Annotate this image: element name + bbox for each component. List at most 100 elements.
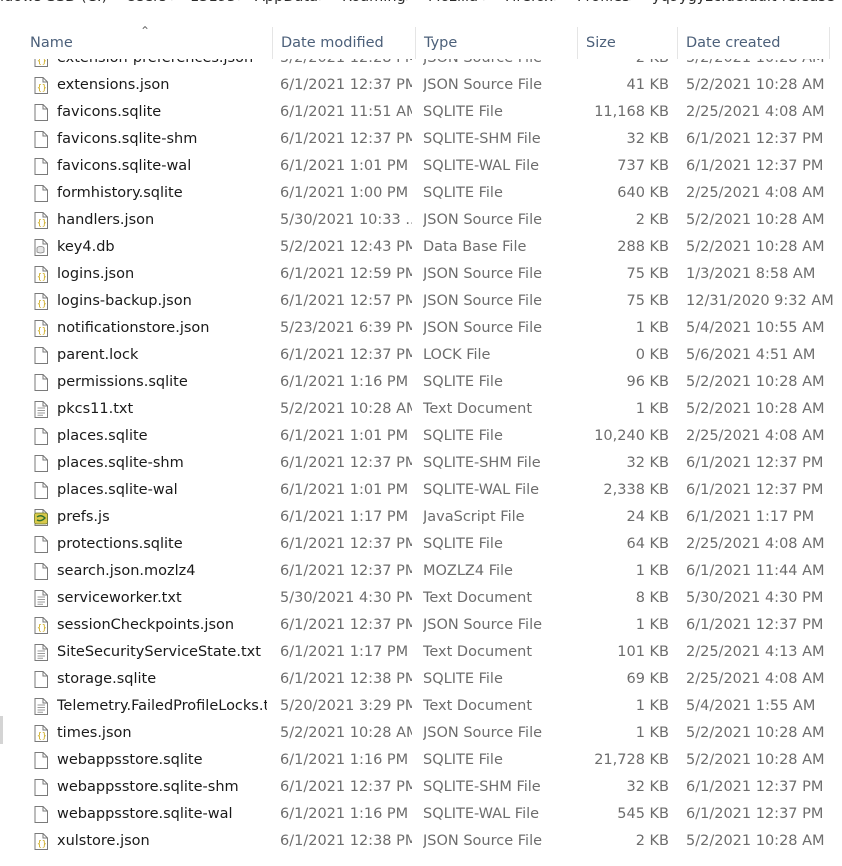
file-size: 1 KB <box>635 698 669 714</box>
file-row[interactable]: favicons.sqlite 6/1/2021 11:51 AM SQLITE F… <box>0 99 842 126</box>
file-name: webappsstore.sqlite-wal <box>57 806 233 822</box>
file-name: logins-backup.json <box>57 293 192 309</box>
file-row[interactable]: {} logins.json 6/1/2021 12:59 PM JSON Sourc… <box>0 261 842 288</box>
column-size[interactable]: Size <box>578 27 678 59</box>
file-date-created: 5/2/2021 10:28 AM <box>686 752 825 768</box>
file-name: favicons.sqlite-shm <box>57 131 198 147</box>
file-row[interactable]: permissions.sqlite 6/1/2021 1:16 PM SQLITE… <box>0 369 842 396</box>
file-row[interactable]: webappsstore.sqlite 6/1/2021 1:16 PM SQLIT… <box>0 747 842 774</box>
file-row[interactable]: parent.lock 6/1/2021 12:37 PM LOCK File 0 K… <box>0 342 842 369</box>
file-name: Telemetry.FailedProfileLocks.txt <box>57 698 267 714</box>
breadcrumb-separator-icon[interactable]: > <box>553 0 565 5</box>
file-date-modified: 6/1/2021 1:01 PM <box>280 482 409 498</box>
file-type: SQLITE-SHM File <box>423 131 541 147</box>
breadcrumb-separator-icon[interactable]: > <box>170 0 182 5</box>
breadcrumb-segment[interactable]: Profiles <box>577 0 630 5</box>
file-size: 1 KB <box>635 725 669 741</box>
file-row[interactable]: {} extensions.json 6/1/2021 12:37 PM JSON S… <box>0 72 842 99</box>
blank-file-icon <box>34 752 48 769</box>
file-type: SQLITE File <box>423 104 503 120</box>
file-row[interactable]: formhistory.sqlite 6/1/2021 1:00 PM SQLITE… <box>0 180 842 207</box>
breadcrumb-segment[interactable]: yq9ygyzc.default-release <box>652 0 835 5</box>
column-date-created[interactable]: Date created <box>678 27 830 59</box>
breadcrumb-segment[interactable]: 13193 <box>190 0 236 5</box>
breadcrumb-separator-icon[interactable]: > <box>237 0 249 5</box>
file-name: places.sqlite-wal <box>57 482 178 498</box>
file-size: 545 KB <box>617 806 669 822</box>
breadcrumb-segment[interactable]: Roaming <box>342 0 406 5</box>
breadcrumb-segment[interactable]: Firefox <box>505 0 553 5</box>
svg-text:{}: {} <box>37 731 47 740</box>
file-row[interactable]: webappsstore.sqlite-shm 6/1/2021 12:37 PM… <box>0 774 842 801</box>
file-date-modified: 6/1/2021 12:37 PM <box>280 536 412 552</box>
svg-text:{}: {} <box>37 326 47 335</box>
file-date-modified: 5/23/2021 6:39 PM <box>280 320 412 336</box>
column-date-modified[interactable]: Date modified <box>273 27 416 59</box>
file-date-created: 5/2/2021 10:28 AM <box>686 77 825 93</box>
json-file-icon: {} <box>34 293 48 310</box>
breadcrumb-segment[interactable]: Users <box>126 0 167 5</box>
file-name: protections.sqlite <box>57 536 183 552</box>
json-file-icon: {} <box>34 212 48 229</box>
file-row[interactable]: places.sqlite 6/1/2021 1:01 PM SQLITE File… <box>0 423 842 450</box>
file-row[interactable]: key4.db 5/2/2021 12:43 PM Data Base File 28… <box>0 234 842 261</box>
file-name: prefs.js <box>57 509 110 525</box>
file-row[interactable]: {} sessionCheckpoints.json 6/1/2021 12:37 … <box>0 612 842 639</box>
file-row[interactable]: places.sqlite-shm 6/1/2021 12:37 PM SQLITE… <box>0 450 842 477</box>
file-size: 11,168 KB <box>594 104 669 120</box>
file-date-modified: 6/1/2021 1:17 PM <box>280 644 409 660</box>
file-row[interactable]: favicons.sqlite-shm 6/1/2021 12:37 PM SQLI… <box>0 126 842 153</box>
file-row[interactable]: protections.sqlite 6/1/2021 12:37 PM SQLIT… <box>0 531 842 558</box>
file-type: JSON Source File <box>423 77 543 93</box>
file-date-modified: 6/1/2021 12:37 PM <box>280 779 412 795</box>
file-row[interactable]: {} times.json 5/2/2021 10:28 AM JSON Source… <box>0 720 842 747</box>
file-type: SQLITE-WAL File <box>423 806 540 822</box>
file-date-created: 2/25/2021 4:08 AM <box>686 428 825 444</box>
file-row[interactable]: places.sqlite-wal 6/1/2021 1:01 PM SQLITE-… <box>0 477 842 504</box>
file-row[interactable]: webappsstore.sqlite-wal 6/1/2021 1:16 PM S… <box>0 801 842 828</box>
file-type: JSON Source File <box>423 212 543 228</box>
blank-file-icon <box>34 779 48 796</box>
file-row[interactable]: prefs.js 6/1/2021 1:17 PM JavaScript File 2… <box>0 504 842 531</box>
file-date-modified: 6/1/2021 1:16 PM <box>280 374 409 390</box>
svg-text:{}: {} <box>37 839 47 848</box>
file-row[interactable]: pkcs11.txt 5/2/2021 10:28 AM Text Document… <box>0 396 842 423</box>
file-date-modified: 5/30/2021 4:30 PM <box>280 590 412 606</box>
file-date-created: 5/6/2021 4:51 AM <box>686 347 816 363</box>
file-name: times.json <box>57 725 132 741</box>
text-file-icon <box>34 698 48 715</box>
file-name: places.sqlite <box>57 428 148 444</box>
breadcrumb-separator-icon[interactable]: > <box>482 0 494 5</box>
column-name[interactable]: Name <box>22 27 273 59</box>
file-row[interactable]: {} handlers.json 5/30/2021 10:33 ... JSON S… <box>0 207 842 234</box>
file-row[interactable]: search.json.mozlz4 6/1/2021 12:37 PM MOZLZ… <box>0 558 842 585</box>
file-row[interactable]: storage.sqlite 6/1/2021 12:38 PM SQLITE Fi… <box>0 666 842 693</box>
file-row[interactable]: serviceworker.txt 5/30/2021 4:30 PM Text D… <box>0 585 842 612</box>
file-row[interactable]: Telemetry.FailedProfileLocks.txt 5/20/202… <box>0 693 842 720</box>
file-date-created: 2/25/2021 4:08 AM <box>686 536 825 552</box>
column-type[interactable]: Type <box>416 27 578 59</box>
file-size: 1 KB <box>635 617 669 633</box>
breadcrumb-segment[interactable]: Mozilla <box>428 0 478 5</box>
blank-file-icon <box>34 536 48 553</box>
file-date-modified: 5/30/2021 10:33 ... <box>280 212 412 228</box>
file-size: 8 KB <box>635 590 669 606</box>
blank-file-icon <box>34 347 48 364</box>
file-row[interactable]: favicons.sqlite-wal 6/1/2021 1:01 PM SQLIT… <box>0 153 842 180</box>
file-date-modified: 6/1/2021 12:37 PM <box>280 347 412 363</box>
file-row[interactable]: SiteSecurityServiceState.txt 6/1/2021 1:1… <box>0 639 842 666</box>
breadcrumb-segment[interactable]: AppData <box>255 0 318 5</box>
file-row[interactable]: {} xulstore.json 6/1/2021 12:38 PM JSON Sou… <box>0 828 842 855</box>
svg-text:{}: {} <box>37 272 47 281</box>
scrollbar-track[interactable] <box>0 716 3 744</box>
file-date-modified: 6/1/2021 11:51 AM <box>280 104 412 120</box>
breadcrumb-separator-icon[interactable]: > <box>318 0 330 5</box>
breadcrumb-separator-icon[interactable]: > <box>102 0 114 5</box>
file-name: logins.json <box>57 266 135 282</box>
breadcrumb-segment[interactable]: ldows-SSD (C:) <box>0 0 107 5</box>
breadcrumb-separator-icon[interactable]: > <box>405 0 417 5</box>
file-type: SQLITE File <box>423 374 503 390</box>
file-row[interactable]: {} notificationstore.json 5/23/2021 6:39 P… <box>0 315 842 342</box>
breadcrumb-separator-icon[interactable]: > <box>628 0 640 5</box>
file-row[interactable]: {} logins-backup.json 6/1/2021 12:57 PM JSO… <box>0 288 842 315</box>
